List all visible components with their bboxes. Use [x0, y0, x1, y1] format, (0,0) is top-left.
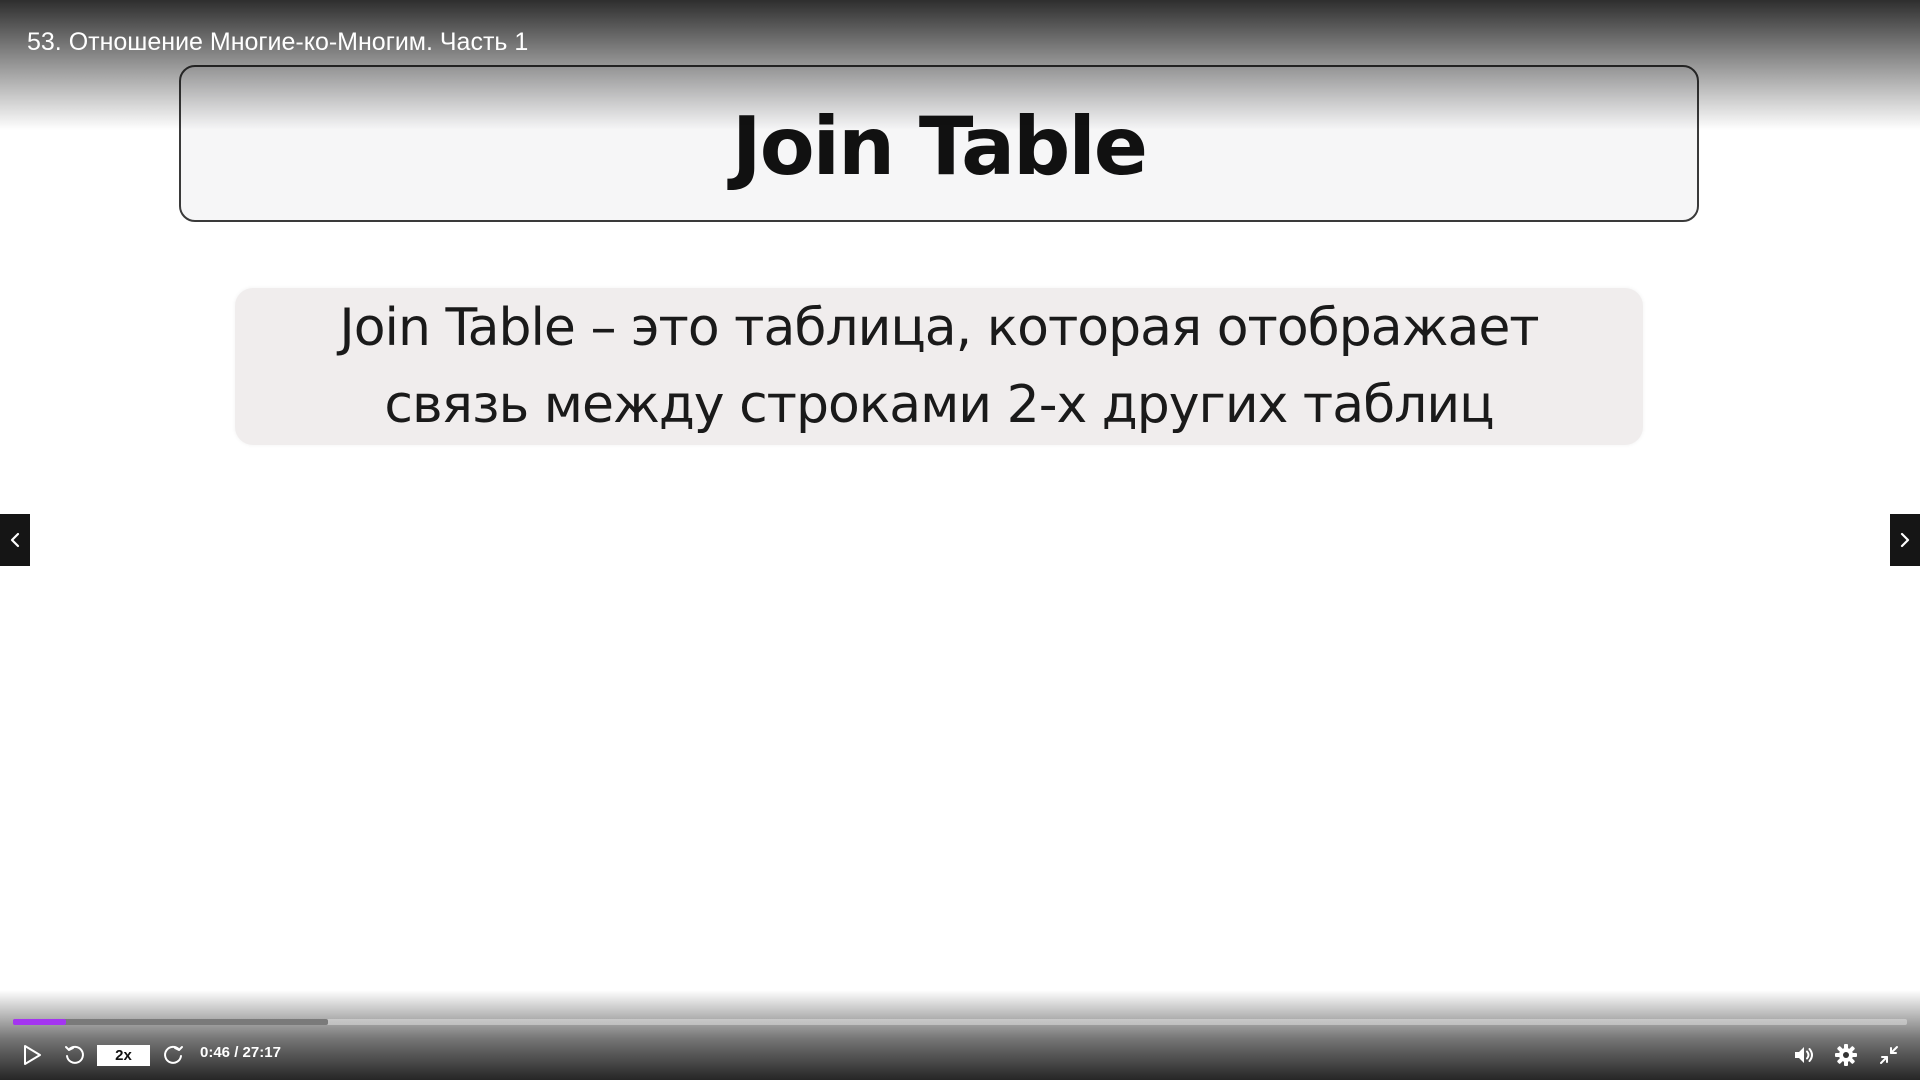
forward-button[interactable] — [160, 1038, 188, 1072]
play-button[interactable] — [18, 1038, 46, 1072]
settings-button[interactable] — [1831, 1038, 1861, 1072]
gear-icon — [1835, 1044, 1857, 1066]
next-lecture-button[interactable] — [1890, 514, 1920, 566]
previous-lecture-button[interactable] — [0, 514, 30, 566]
volume-icon — [1795, 1047, 1813, 1063]
slide-definition-line: связь между строками 2-х других таблиц — [384, 374, 1494, 435]
chevron-right-icon — [1900, 532, 1910, 548]
video-title: 53. Отношение Многие-ко-Многим. Часть 1 — [27, 28, 529, 56]
forward-icon — [164, 1045, 183, 1064]
rewind-icon — [65, 1045, 84, 1064]
volume-button[interactable] — [1790, 1038, 1820, 1072]
playback-speed-button[interactable]: 2x — [97, 1045, 150, 1066]
progress-bar[interactable] — [13, 1019, 1907, 1025]
chevron-left-icon — [10, 532, 20, 548]
video-frame[interactable]: Join Table Join Table – это таблица, кот… — [0, 0, 1920, 1080]
slide-title: Join Table — [731, 100, 1148, 193]
slide-definition-box: Join Table – это таблица, которая отобра… — [235, 288, 1643, 445]
video-player[interactable]: Join Table Join Table – это таблица, кот… — [0, 0, 1920, 1080]
time-total: 27:17 — [242, 1044, 281, 1061]
time-current: 0:46 — [200, 1044, 231, 1061]
control-bar: 2x 0:46 / 27:17 — [0, 1038, 1920, 1072]
slide-title-box: Join Table — [179, 65, 1699, 222]
time-separator: / — [230, 1044, 243, 1061]
exit-fullscreen-icon — [1880, 1046, 1898, 1064]
slide-definition-line: Join Table – это таблица, которая отобра… — [339, 297, 1539, 358]
progress-played — [13, 1019, 67, 1025]
time-display: 0:46 / 27:17 — [200, 1044, 281, 1061]
exit-fullscreen-button[interactable] — [1874, 1038, 1904, 1072]
play-icon — [24, 1045, 41, 1065]
rewind-button[interactable] — [60, 1038, 88, 1072]
